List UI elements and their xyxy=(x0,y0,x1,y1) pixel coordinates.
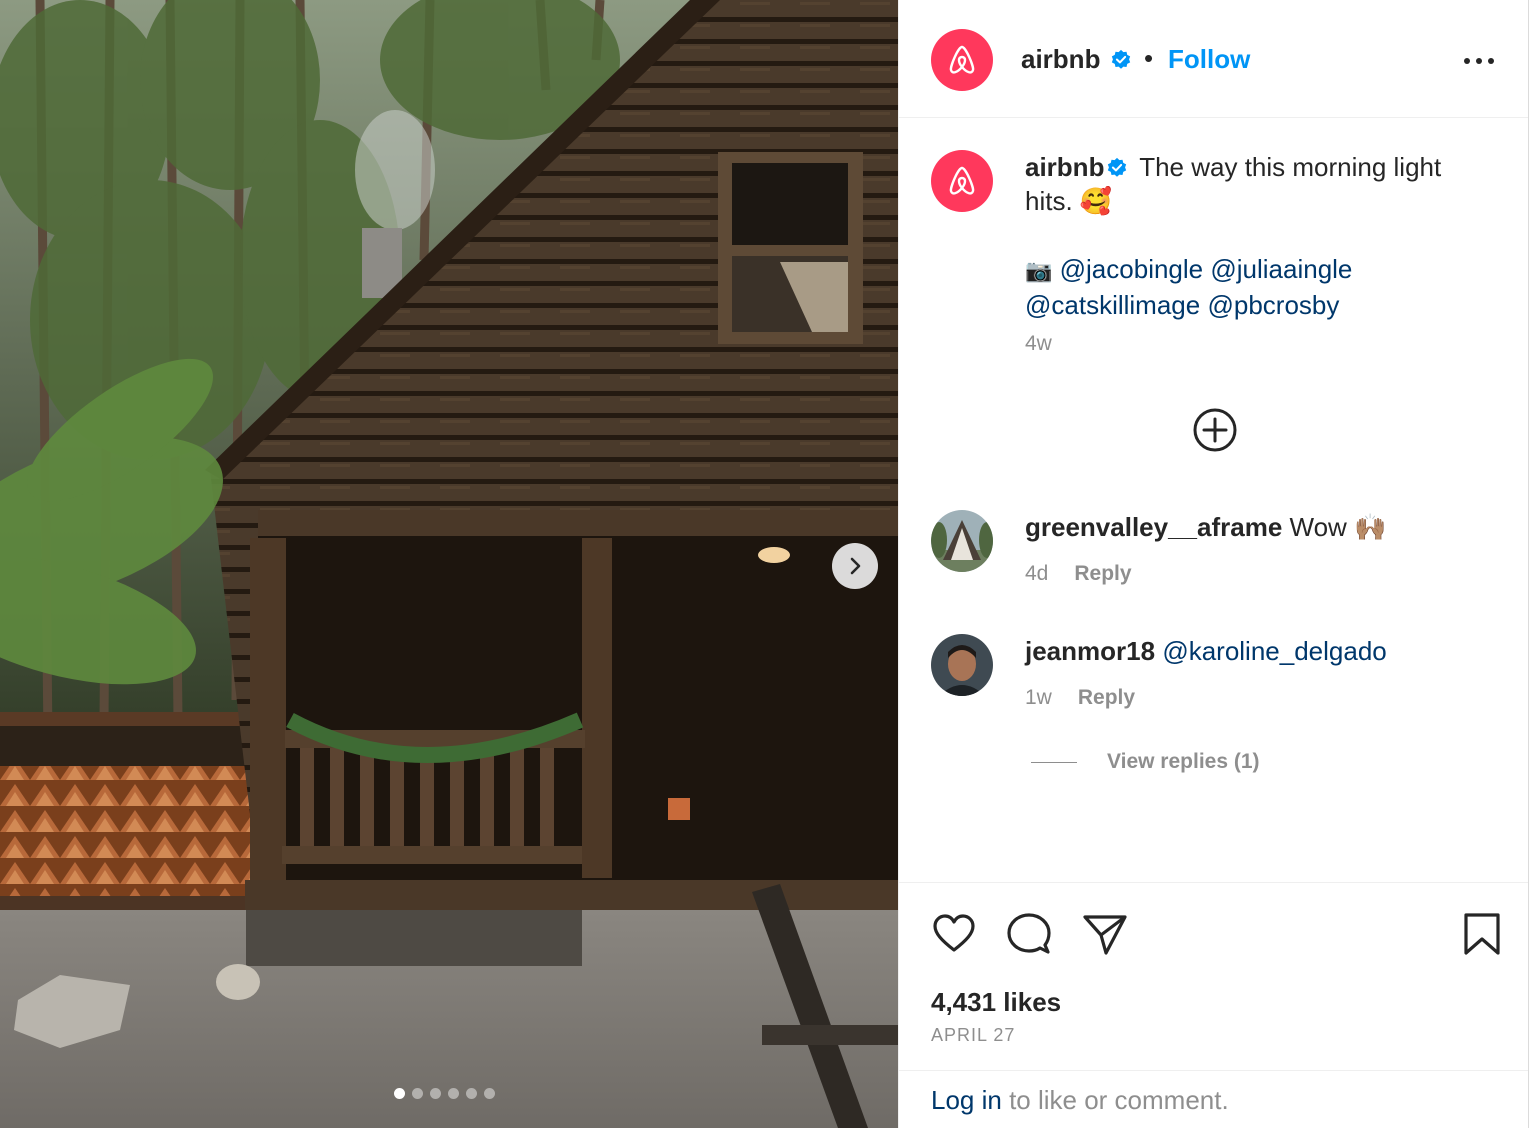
verified-badge-icon xyxy=(1108,157,1127,177)
post-caption: airbnb The way this morning light hits. … xyxy=(1025,150,1495,322)
caption-author-avatar[interactable] xyxy=(931,150,993,212)
mention-link[interactable]: @karoline_delgado xyxy=(1162,636,1386,666)
commenter-avatar[interactable] xyxy=(931,634,993,696)
carousel-dot xyxy=(484,1088,495,1099)
mention-link[interactable]: @juliaaingle xyxy=(1210,254,1352,284)
carousel-next-button[interactable] xyxy=(832,543,878,589)
view-replies-button[interactable]: View replies (1) xyxy=(1031,750,1260,774)
commenter-avatar[interactable] xyxy=(931,510,993,572)
airbnb-logo-icon xyxy=(949,166,975,195)
post-actions: 4,431 likes APRIL 27 xyxy=(899,882,1529,1072)
login-link[interactable]: Log in xyxy=(931,1085,1002,1115)
comment-icon[interactable] xyxy=(1006,911,1052,957)
airbnb-logo-icon xyxy=(949,45,975,74)
view-replies-line xyxy=(1031,761,1077,763)
caption-credits-line-1: 📷 @jacobingle @juliaaingle xyxy=(1025,252,1495,288)
heart-icon[interactable] xyxy=(931,911,977,957)
plus-circle-icon[interactable] xyxy=(1192,407,1238,453)
caption-credits-line-2: @catskillimage @pbcrosby xyxy=(1025,288,1495,322)
login-prompt: Log in to like or comment. xyxy=(931,1085,1229,1116)
caption-username[interactable]: airbnb xyxy=(1025,152,1104,182)
mention-link[interactable]: @jacobingle xyxy=(1060,254,1203,284)
comment-meta: 1w Reply xyxy=(1025,686,1135,710)
mention-link[interactable]: @catskillimage xyxy=(1025,290,1200,320)
carousel-dot xyxy=(394,1088,405,1099)
login-prompt-text: to like or comment. xyxy=(1001,1085,1229,1115)
likes-count[interactable]: 4,431 likes xyxy=(931,987,1061,1018)
comment-username[interactable]: greenvalley__aframe xyxy=(1025,512,1282,542)
reply-button[interactable]: Reply xyxy=(1074,562,1131,585)
comment-meta: 4d Reply xyxy=(1025,562,1132,586)
window-scroll-edge xyxy=(1528,0,1536,1128)
carousel-dot xyxy=(430,1088,441,1099)
comment-username[interactable]: jeanmor18 xyxy=(1025,636,1155,666)
chevron-right-icon xyxy=(850,557,861,575)
share-icon[interactable] xyxy=(1082,911,1128,957)
cabin-photo-image xyxy=(0,0,898,1128)
follow-button[interactable]: Follow xyxy=(1168,44,1250,75)
mention-link[interactable]: @pbcrosby xyxy=(1207,290,1339,320)
view-replies-label: View replies (1) xyxy=(1107,750,1260,773)
post-details-panel: airbnb • Follow airbnb The way this morn… xyxy=(898,0,1536,1128)
post-date[interactable]: APRIL 27 xyxy=(931,1025,1015,1046)
carousel-dot xyxy=(412,1088,423,1099)
comment-timestamp[interactable]: 1w xyxy=(1025,686,1052,709)
post-photo[interactable] xyxy=(0,0,898,1128)
camera-emoji: 📷 xyxy=(1025,258,1053,283)
login-prompt-bar: Log in to like or comment. xyxy=(899,1070,1529,1128)
profile-photo-image xyxy=(931,634,993,696)
carousel-indicator xyxy=(394,1088,495,1099)
comment-timestamp[interactable]: 4d xyxy=(1025,562,1048,585)
carousel-dot xyxy=(466,1088,477,1099)
comment-text: greenvalley__aframe Wow 🙌🏽 xyxy=(1025,512,1386,543)
header-separator: • xyxy=(1144,43,1154,73)
carousel-dot xyxy=(448,1088,459,1099)
caption-timestamp[interactable]: 4w xyxy=(1025,332,1052,356)
post-header: airbnb • Follow xyxy=(899,0,1529,118)
comment-body: Wow 🙌🏽 xyxy=(1282,512,1387,542)
author-avatar[interactable] xyxy=(931,29,993,91)
more-options-icon[interactable] xyxy=(1459,46,1499,76)
reply-button[interactable]: Reply xyxy=(1078,686,1135,709)
aframe-avatar-image xyxy=(931,510,993,572)
author-username[interactable]: airbnb xyxy=(1021,44,1100,75)
bookmark-icon[interactable] xyxy=(1459,911,1505,957)
comment-text: jeanmor18 @karoline_delgado xyxy=(1025,636,1387,667)
verified-badge-icon xyxy=(1111,49,1131,69)
